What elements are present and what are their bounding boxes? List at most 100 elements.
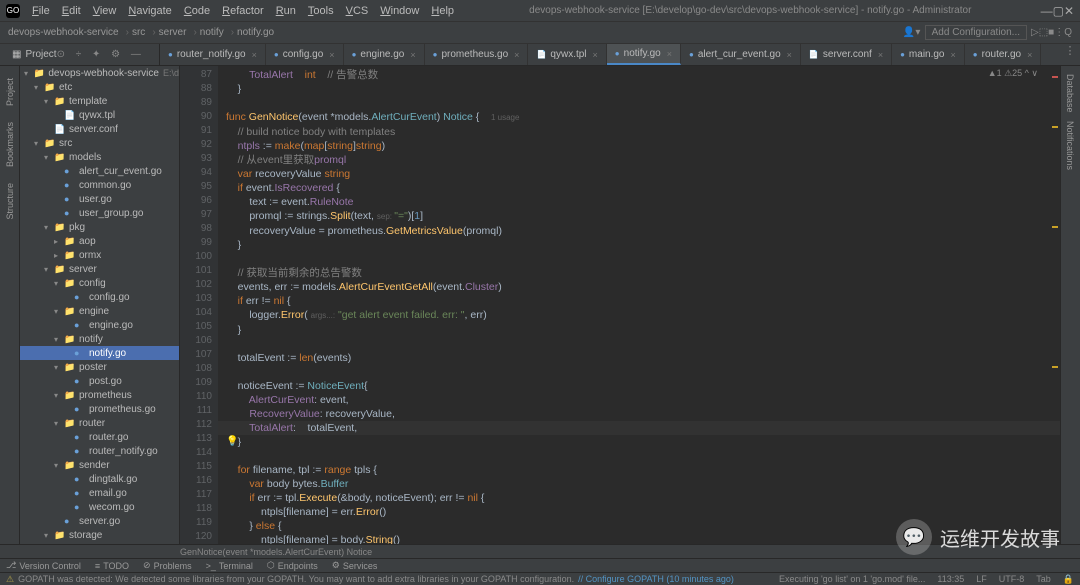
- tree-arrow-icon[interactable]: ▾: [54, 363, 64, 372]
- tree-item-storage-go[interactable]: ●storage.go: [20, 542, 179, 544]
- tab-close-icon[interactable]: ×: [667, 49, 672, 59]
- tree-item-email-go[interactable]: ●email.go: [20, 486, 179, 500]
- tree-item-common-go[interactable]: ●common.go: [20, 178, 179, 192]
- menu-view[interactable]: View: [87, 5, 123, 17]
- tab-close-icon[interactable]: ×: [329, 50, 334, 60]
- tree-item-dingtalk-go[interactable]: ●dingtalk.go: [20, 472, 179, 486]
- tool-endpoints[interactable]: ⬡Endpoints: [267, 560, 318, 571]
- tabs-more-icon[interactable]: ⋮: [1060, 44, 1080, 65]
- toolbar-icon[interactable]: ⋮: [1054, 27, 1064, 38]
- status-field[interactable]: Tab: [1036, 574, 1051, 585]
- menu-help[interactable]: Help: [425, 5, 460, 17]
- maximize-button[interactable]: ▢: [1053, 4, 1064, 18]
- tree-arrow-icon[interactable]: ▾: [54, 419, 64, 428]
- tree-item-prometheus-go[interactable]: ●prometheus.go: [20, 402, 179, 416]
- tool-todo[interactable]: ≡TODO: [95, 561, 129, 571]
- structure-rail-label[interactable]: Structure: [5, 183, 15, 220]
- status-field[interactable]: 🔒: [1063, 574, 1074, 585]
- code-editor[interactable]: 8788899091929394959697989910010110210310…: [180, 66, 1060, 544]
- toolbar-icon[interactable]: Q: [1064, 27, 1072, 38]
- tree-item-src[interactable]: ▾📁src: [20, 136, 179, 150]
- tree-item-server-go[interactable]: ●server.go: [20, 514, 179, 528]
- project-rail-label[interactable]: Project: [5, 78, 15, 106]
- tool-problems[interactable]: ⊘Problems: [143, 560, 192, 571]
- tree-item-notify[interactable]: ▾📁notify: [20, 332, 179, 346]
- tree-arrow-icon[interactable]: ▾: [44, 265, 54, 274]
- tab-close-icon[interactable]: ×: [1027, 50, 1032, 60]
- tree-arrow-icon[interactable]: ▾: [34, 83, 44, 92]
- tree-item-user-go[interactable]: ●user.go: [20, 192, 179, 206]
- tree-arrow-icon[interactable]: ▾: [44, 97, 54, 106]
- tree-arrow-icon[interactable]: ▾: [34, 139, 44, 148]
- tree-item-router[interactable]: ▾📁router: [20, 416, 179, 430]
- tab-close-icon[interactable]: ×: [787, 50, 792, 60]
- tree-arrow-icon[interactable]: ▸: [54, 237, 64, 246]
- menu-navigate[interactable]: Navigate: [122, 5, 177, 17]
- minimize-button[interactable]: —: [1041, 4, 1053, 18]
- status-link[interactable]: // Configure GOPATH (10 minutes ago): [578, 574, 734, 584]
- tree-item-server-conf[interactable]: 📄server.conf: [20, 122, 179, 136]
- tree-item-qywx-tpl[interactable]: 📄qywx.tpl: [20, 108, 179, 122]
- breadcrumb-segment[interactable]: server: [159, 27, 187, 38]
- editor-breadcrumb[interactable]: GenNotice(event *models.AlertCurEvent) N…: [0, 544, 1080, 558]
- tree-item-poster[interactable]: ▾📁poster: [20, 360, 179, 374]
- database-rail-label[interactable]: Database: [1061, 74, 1075, 113]
- menu-file[interactable]: File: [26, 5, 56, 17]
- close-button[interactable]: ✕: [1064, 4, 1074, 18]
- tree-item-engine-go[interactable]: ●engine.go: [20, 318, 179, 332]
- tree-arrow-icon[interactable]: ▾: [54, 391, 64, 400]
- tree-arrow-icon[interactable]: ▾: [54, 461, 64, 470]
- tree-item-config[interactable]: ▾📁config: [20, 276, 179, 290]
- tree-arrow-icon[interactable]: ▾: [44, 223, 54, 232]
- tree-item-sender[interactable]: ▾📁sender: [20, 458, 179, 472]
- menu-edit[interactable]: Edit: [56, 5, 87, 17]
- tree-item-post-go[interactable]: ●post.go: [20, 374, 179, 388]
- tab-main-go[interactable]: ●main.go×: [892, 44, 965, 65]
- tab-qywx-tpl[interactable]: 📄qywx.tpl×: [528, 44, 606, 65]
- tree-item-pkg[interactable]: ▾📁pkg: [20, 220, 179, 234]
- tab-prometheus-go[interactable]: ●prometheus.go×: [425, 44, 529, 65]
- tree-item-config-go[interactable]: ●config.go: [20, 290, 179, 304]
- tool-services[interactable]: ⚙Services: [332, 560, 378, 571]
- tab-notify-go[interactable]: ●notify.go×: [607, 44, 681, 65]
- tree-item-wecom-go[interactable]: ●wecom.go: [20, 500, 179, 514]
- tree-arrow-icon[interactable]: ▾: [54, 279, 64, 288]
- breadcrumb-segment[interactable]: devops-webhook-service: [8, 27, 119, 38]
- menu-vcs[interactable]: VCS: [340, 5, 375, 17]
- tab-config-go[interactable]: ●config.go×: [266, 44, 344, 65]
- tree-item-aop[interactable]: ▸📁aop: [20, 234, 179, 248]
- tree-arrow-icon[interactable]: ▸: [54, 251, 64, 260]
- tab-close-icon[interactable]: ×: [514, 50, 519, 60]
- tree-item-engine[interactable]: ▾📁engine: [20, 304, 179, 318]
- tree-item-user_group-go[interactable]: ●user_group.go: [20, 206, 179, 220]
- error-stripe[interactable]: [1050, 66, 1060, 544]
- tree-item-router_notify-go[interactable]: ●router_notify.go: [20, 444, 179, 458]
- tab-server-conf[interactable]: 📄server.conf×: [801, 44, 892, 65]
- run-config-combo[interactable]: Add Configuration...: [925, 25, 1027, 40]
- tree-item-notify-go[interactable]: ●notify.go: [20, 346, 179, 360]
- tree-arrow-icon[interactable]: ▾: [44, 153, 54, 162]
- tree-item-storage[interactable]: ▾📁storage: [20, 528, 179, 542]
- project-tree[interactable]: ▾📁devops-webhook-serviceE:\d▾📁etc▾📁templ…: [20, 66, 179, 544]
- tree-item-template[interactable]: ▾📁template: [20, 94, 179, 108]
- user-icon[interactable]: 👤▾: [903, 27, 921, 38]
- tab-close-icon[interactable]: ×: [252, 50, 257, 60]
- notifications-rail-label[interactable]: Notifications: [1061, 121, 1075, 170]
- tool-version-control[interactable]: ⎇Version Control: [6, 560, 81, 571]
- tree-arrow-icon[interactable]: ▾: [54, 307, 64, 316]
- tree-item-ormx[interactable]: ▸📁ormx: [20, 248, 179, 262]
- tree-item-alert_cur_event-go[interactable]: ●alert_cur_event.go: [20, 164, 179, 178]
- tree-item-etc[interactable]: ▾📁etc: [20, 80, 179, 94]
- breadcrumb-segment[interactable]: notify: [200, 27, 224, 38]
- tab-close-icon[interactable]: ×: [593, 50, 598, 60]
- project-tool-tab[interactable]: ▦ Project ⊙ ÷ ✦ ⚙ —: [0, 44, 160, 65]
- inspection-summary[interactable]: ▲1 ⚠25 ^ ∨: [988, 68, 1038, 79]
- tree-arrow-icon[interactable]: ▾: [54, 335, 64, 344]
- toolbar-icon[interactable]: ⬚: [1039, 27, 1048, 38]
- menu-refactor[interactable]: Refactor: [216, 5, 270, 17]
- tree-arrow-icon[interactable]: ▾: [24, 69, 34, 78]
- menu-tools[interactable]: Tools: [302, 5, 340, 17]
- tree-item-router-go[interactable]: ●router.go: [20, 430, 179, 444]
- tab-engine-go[interactable]: ●engine.go×: [344, 44, 425, 65]
- tab-router_notify-go[interactable]: ●router_notify.go×: [160, 44, 266, 65]
